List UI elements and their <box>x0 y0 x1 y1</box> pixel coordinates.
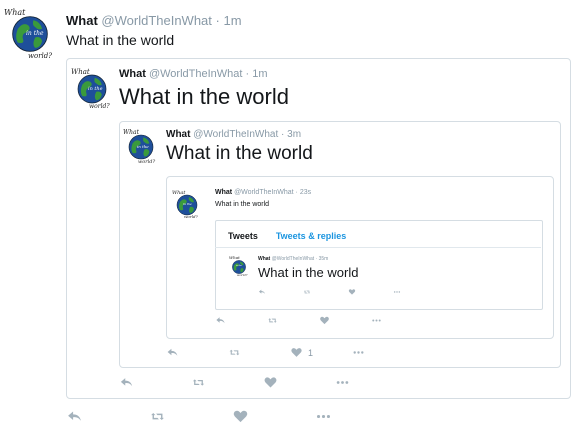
like-button[interactable] <box>232 408 315 425</box>
avatar-caption-top: What <box>123 129 140 136</box>
display-name[interactable]: What <box>258 256 270 262</box>
reply-button[interactable] <box>66 408 149 425</box>
retweet-icon <box>191 375 206 390</box>
reply-button[interactable] <box>258 288 303 296</box>
tweet-text: What in the world <box>119 84 289 109</box>
tweet-text: What in the world <box>66 32 175 48</box>
timestamp[interactable]: 1m <box>252 68 267 80</box>
more-icon <box>371 315 382 326</box>
user-handle[interactable]: @WorldTheInWhat <box>234 189 294 196</box>
like-button[interactable] <box>348 288 393 296</box>
timestamp[interactable]: 3m <box>287 129 301 140</box>
more-icon <box>315 408 332 425</box>
avatar-caption-top: What <box>71 68 90 76</box>
reply-icon <box>258 288 266 296</box>
timestamp[interactable]: 35m <box>319 256 329 262</box>
avatar-caption-mid: in the <box>236 265 242 267</box>
heart-icon <box>290 346 303 359</box>
user-handle[interactable]: @WorldTheInWhat <box>272 256 315 262</box>
retweet-button[interactable] <box>191 375 263 390</box>
avatar[interactable]: What in the world? <box>123 129 159 165</box>
like-button[interactable] <box>263 375 335 390</box>
user-handle[interactable]: @WorldTheInWhat <box>101 13 212 28</box>
retweet-icon <box>149 408 166 425</box>
tab-tweets[interactable]: Tweets <box>228 231 258 241</box>
more-button[interactable] <box>315 408 335 425</box>
profile-tabs: Tweets Tweets & replies <box>215 225 541 248</box>
reply-icon <box>166 346 179 359</box>
display-name[interactable]: What <box>66 13 98 28</box>
timestamp[interactable]: 1m <box>224 13 242 28</box>
avatar-caption-top: What <box>172 190 186 196</box>
avatar-caption-mid: in the <box>183 202 192 206</box>
like-button[interactable]: 1 <box>290 346 352 359</box>
retweet-button[interactable] <box>303 288 348 296</box>
timestamp[interactable]: 23s <box>300 189 311 196</box>
avatar[interactable]: What in the world? <box>71 68 113 110</box>
tab-tweets-and-replies[interactable]: Tweets & replies <box>276 231 346 241</box>
separator-dot: · <box>215 13 220 28</box>
heart-icon <box>319 315 330 326</box>
display-name[interactable]: What <box>119 68 146 80</box>
separator-dot: · <box>281 129 285 140</box>
reply-icon <box>66 408 83 425</box>
avatar[interactable]: What in the world? <box>4 8 56 60</box>
more-button[interactable] <box>335 375 355 390</box>
tweet-header: What @WorldTheInWhat · 3m <box>166 129 301 140</box>
retweet-icon <box>228 346 241 359</box>
tweet-header: What @WorldTheInWhat · 35m <box>258 256 328 262</box>
retweet-icon <box>267 315 278 326</box>
user-handle[interactable]: @WorldTheInWhat <box>193 129 278 140</box>
reply-icon <box>119 375 134 390</box>
more-icon <box>335 375 350 390</box>
separator-dot: · <box>295 189 298 196</box>
avatar-caption-mid: in the <box>137 144 149 149</box>
avatar-caption-mid: in the <box>88 86 103 92</box>
avatar-caption-bottom: world? <box>89 103 110 110</box>
reply-icon <box>215 315 226 326</box>
retweet-button[interactable] <box>149 408 232 425</box>
display-name[interactable]: What <box>166 129 190 140</box>
reply-button[interactable] <box>215 315 267 326</box>
avatar-caption-bottom: world? <box>184 214 198 219</box>
tweet-header: What @WorldTheInWhat · 1m <box>66 13 242 28</box>
tweet-text: What in the world <box>166 143 313 164</box>
tweet-actions <box>66 408 335 425</box>
reply-button[interactable] <box>119 375 191 390</box>
tweet-actions <box>215 315 391 326</box>
more-button[interactable] <box>393 288 413 296</box>
tweet-actions <box>119 375 355 390</box>
avatar-caption-mid: in the <box>26 30 44 37</box>
avatar-caption-top: What <box>4 8 26 17</box>
user-handle[interactable]: @WorldTheInWhat <box>149 68 243 80</box>
avatar[interactable]: What in the world? <box>172 190 202 220</box>
heart-icon <box>263 375 278 390</box>
like-button[interactable] <box>319 315 371 326</box>
avatar-caption-top: What <box>229 255 240 260</box>
like-count: 1 <box>308 347 314 358</box>
retweet-button[interactable] <box>228 346 290 359</box>
avatar[interactable]: What in the world? <box>229 255 249 277</box>
separator-dot: · <box>245 68 250 80</box>
separator-dot: · <box>315 256 318 262</box>
reply-button[interactable] <box>166 346 228 359</box>
more-icon <box>352 346 365 359</box>
more-button[interactable] <box>371 315 391 326</box>
more-button[interactable] <box>352 346 372 359</box>
avatar-caption-bottom: world? <box>237 273 248 277</box>
tweet-text: What in the world <box>215 201 270 208</box>
avatar-caption-bottom: world? <box>138 159 156 165</box>
heart-icon <box>348 288 356 296</box>
tweet-header: What @WorldTheInWhat · 1m <box>119 68 268 80</box>
display-name[interactable]: What <box>215 189 232 196</box>
tweet-header: What @WorldTheInWhat · 23s <box>215 189 311 196</box>
more-icon <box>393 288 401 296</box>
heart-icon <box>232 408 249 425</box>
tweet-actions <box>258 288 413 296</box>
tweet-text: What in the world <box>258 265 359 280</box>
tweet-actions: 1 <box>166 346 372 359</box>
retweet-button[interactable] <box>267 315 319 326</box>
avatar-caption-bottom: world? <box>28 52 53 60</box>
retweet-icon <box>303 288 311 296</box>
